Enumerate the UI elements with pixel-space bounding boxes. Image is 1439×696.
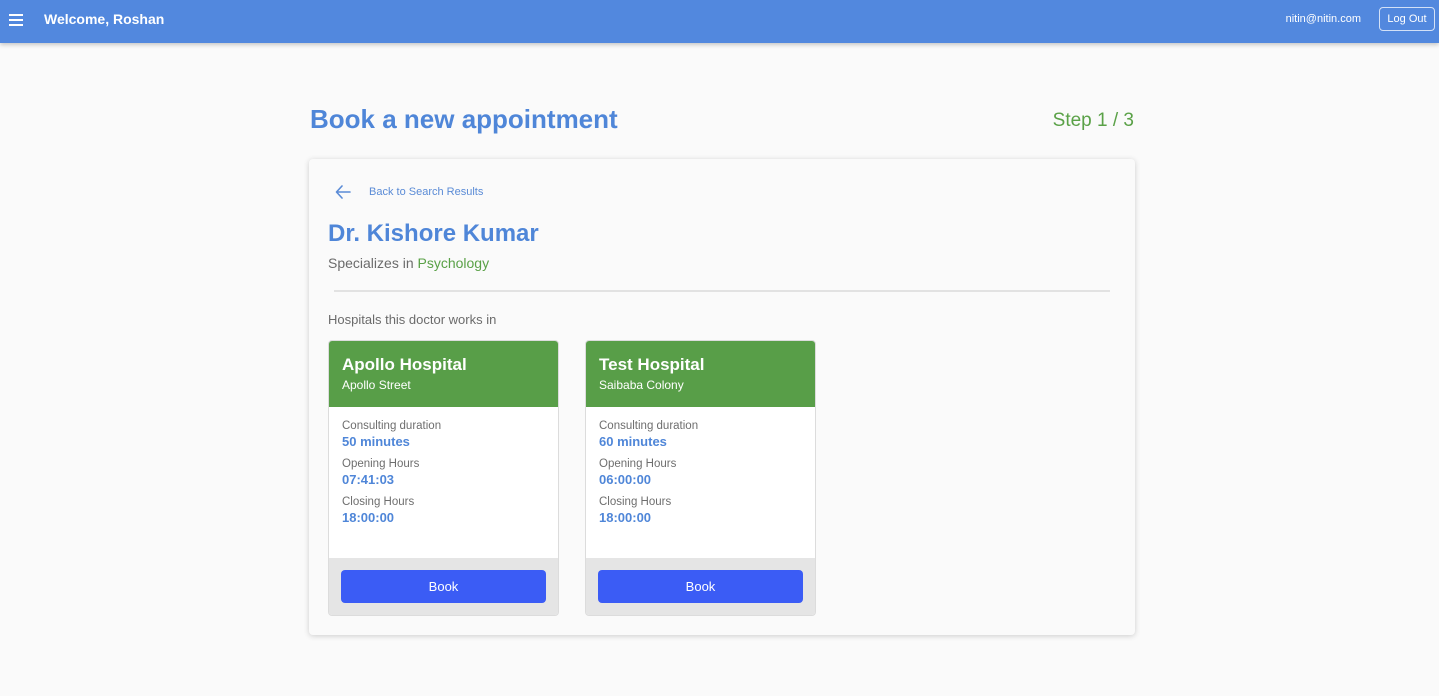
back-to-search-link[interactable]: Back to Search Results — [335, 183, 483, 201]
specialty-name: Psychology — [417, 255, 490, 271]
top-app-bar: Welcome, Roshan nitin@nitin.com Log Out — [0, 0, 1439, 43]
hospitals-section-label: Hospitals this doctor works in — [328, 312, 497, 327]
closing-hours-label: Closing Hours — [342, 496, 415, 508]
opening-hours-value: 07:41:03 — [342, 472, 395, 487]
specializes-prefix: Specializes in — [328, 255, 418, 271]
hospital-name: Apollo Hospital — [342, 355, 467, 374]
duration-value: 50 minutes — [342, 434, 410, 449]
closing-hours-label: Closing Hours — [599, 496, 672, 508]
logout-button[interactable]: Log Out — [1379, 7, 1435, 31]
divider — [334, 290, 1110, 292]
hospital-name: Test Hospital — [599, 355, 705, 374]
closing-hours-value: 18:00:00 — [342, 510, 395, 525]
opening-hours-value: 06:00:00 — [599, 472, 652, 487]
duration-label: Consulting duration — [599, 420, 699, 432]
user-email: nitin@nitin.com — [1285, 13, 1361, 25]
hospital-street: Apollo Street — [342, 378, 411, 392]
arrow-left-icon — [335, 185, 351, 199]
hospital-card-body: Consulting duration 60 minutes Opening H… — [586, 407, 815, 558]
back-link-label: Back to Search Results — [369, 186, 484, 198]
duration-value: 60 minutes — [599, 434, 667, 449]
hospital-street: Saibaba Colony — [599, 378, 684, 392]
hospital-card: Apollo Hospital Apollo Street Consulting… — [328, 340, 559, 616]
book-button[interactable]: Book — [598, 570, 803, 603]
hospital-card-footer: Book — [329, 558, 558, 615]
book-button[interactable]: Book — [341, 570, 546, 603]
doctor-specialization: Specializes in Psychology — [328, 255, 489, 271]
step-indicator: Step 1 / 3 — [1052, 110, 1134, 131]
hospital-card-body: Consulting duration 50 minutes Opening H… — [329, 407, 558, 558]
duration-label: Consulting duration — [342, 420, 442, 432]
menu-icon[interactable] — [9, 14, 23, 26]
hospital-card-header: Test Hospital Saibaba Colony — [586, 341, 815, 407]
opening-hours-label: Opening Hours — [599, 458, 677, 470]
doctor-name: Dr. Kishore Kumar — [328, 220, 539, 247]
welcome-text: Welcome, Roshan — [44, 11, 165, 27]
hospital-card: Test Hospital Saibaba Colony Consulting … — [585, 340, 816, 616]
doctor-details-card: Back to Search Results Dr. Kishore Kumar… — [309, 159, 1135, 635]
hospital-card-header: Apollo Hospital Apollo Street — [329, 341, 558, 407]
hospital-card-footer: Book — [586, 558, 815, 615]
closing-hours-value: 18:00:00 — [599, 510, 652, 525]
opening-hours-label: Opening Hours — [342, 458, 420, 470]
page-title: Book a new appointment — [310, 104, 618, 134]
